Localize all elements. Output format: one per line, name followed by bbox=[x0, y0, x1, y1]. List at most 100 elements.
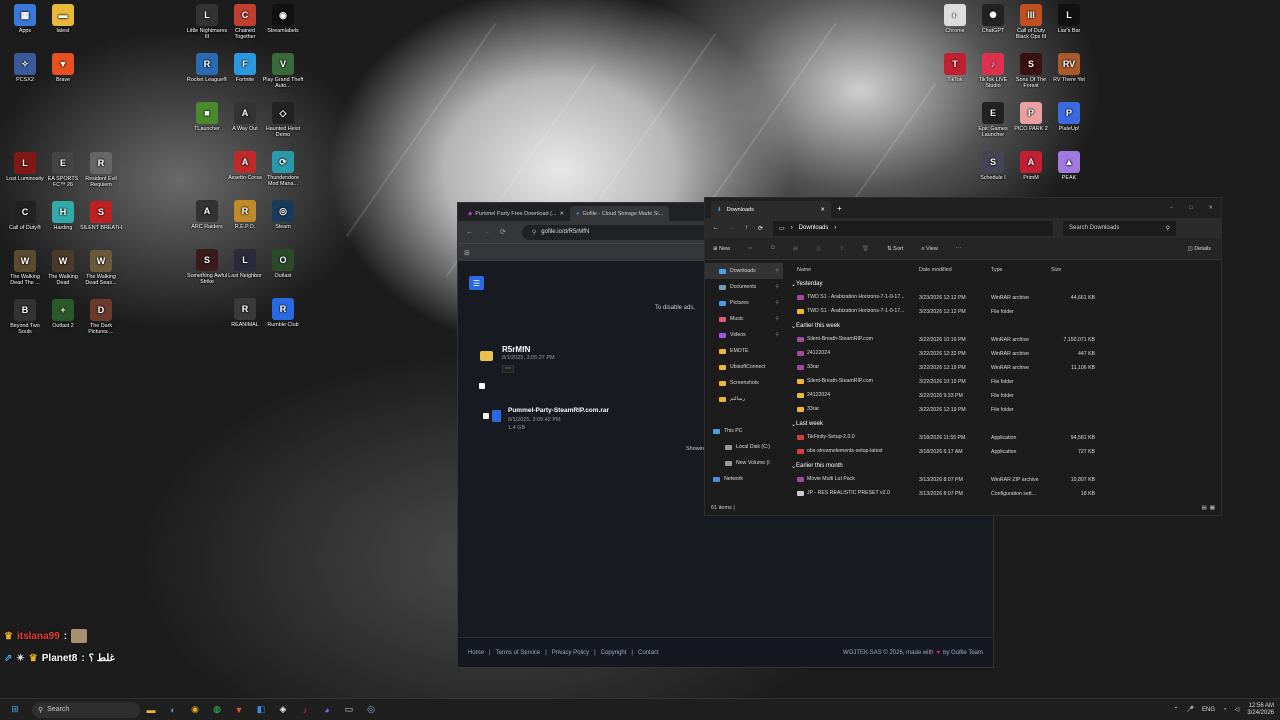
desktop-icon[interactable]: L Liar's Bar bbox=[1048, 4, 1090, 34]
footer-copyright-link[interactable]: Copyright bbox=[601, 650, 627, 656]
col-name[interactable]: Name bbox=[787, 267, 919, 273]
sidebar-item[interactable]: This PC bbox=[705, 423, 783, 439]
tiktok-studio-icon[interactable]: ◈ bbox=[274, 701, 292, 719]
chrome-icon[interactable]: ◉ bbox=[186, 701, 204, 719]
group-header[interactable]: ⌄ Earlier this week bbox=[787, 319, 1221, 333]
desktop-icon[interactable]: ✺ ChatGPT bbox=[972, 4, 1014, 34]
folder-menu-button[interactable]: ⋯ bbox=[502, 365, 514, 373]
clock[interactable]: 12:56 AM 3/24/2026 bbox=[1247, 703, 1274, 717]
desktop-icon[interactable]: P PICO PARK 2 bbox=[1010, 102, 1052, 132]
volume-icon[interactable]: ◁ bbox=[1235, 706, 1240, 713]
footer-privacy-link[interactable]: Privacy Policy bbox=[552, 650, 589, 656]
col-type[interactable]: Type bbox=[991, 267, 1051, 273]
file-row[interactable]: 24122024 3/22/2026 9:33 PM File folder bbox=[787, 389, 1221, 403]
desktop-icon[interactable]: A Assetto Corsa bbox=[224, 151, 266, 181]
store-icon[interactable]: ◧ bbox=[252, 701, 270, 719]
file-row[interactable]: Pummel-Party-SteamRIP.com.rar 8/1/2025, … bbox=[483, 407, 703, 433]
desktop-icon[interactable]: A A Way Out bbox=[224, 102, 266, 132]
desktop-icon[interactable]: V Play Grand Theft Auto... bbox=[262, 53, 304, 89]
desktop-icon[interactable]: A ARC Raiders bbox=[186, 200, 228, 230]
desktop-icon[interactable]: ■ TLauncher bbox=[186, 102, 228, 132]
minimize-icon[interactable]: – bbox=[1170, 205, 1173, 211]
menu-button[interactable]: ☰ bbox=[469, 276, 484, 290]
file-row[interactable]: TWD S1 - Arabization Horizons-7-1-0-17..… bbox=[787, 305, 1221, 319]
desktop-icon[interactable]: W The Walking Dead bbox=[42, 250, 84, 286]
view-button[interactable]: ≡ View bbox=[921, 246, 938, 252]
tiles-view-icon[interactable]: ▦ bbox=[1210, 505, 1215, 511]
col-size[interactable]: Size bbox=[1051, 267, 1099, 273]
new-button[interactable]: ⊕ New bbox=[713, 246, 730, 252]
file-row[interactable]: TWD S1 - Arabization Horizons-7-1-0-17..… bbox=[787, 291, 1221, 305]
pin-icon[interactable]: ⚲ bbox=[775, 268, 783, 274]
desktop-icon[interactable]: III Call of Duty Black Ops III bbox=[1010, 4, 1052, 40]
desktop-icon[interactable]: R Rocket League® bbox=[186, 53, 228, 83]
steam-icon[interactable]: ◎ bbox=[362, 701, 380, 719]
pin-icon[interactable]: ⚲ bbox=[775, 316, 783, 322]
sidebar-item[interactable]: UbisoftConnect bbox=[705, 359, 783, 375]
desktop-icon[interactable]: + Outlast 2 bbox=[42, 299, 84, 329]
explorer-tab[interactable]: ⬇ Downloads ✕ bbox=[711, 201, 831, 218]
desktop-icon[interactable]: RV RV There Yet bbox=[1048, 53, 1090, 83]
footer-contact-link[interactable]: Contact bbox=[638, 650, 659, 656]
chevron-up-icon[interactable]: ⌃ bbox=[1174, 706, 1179, 713]
desktop-icon[interactable]: T TikTok bbox=[934, 53, 976, 83]
copy-icon[interactable]: ⧉ bbox=[771, 245, 775, 252]
tiktok-live-icon[interactable]: ♪ bbox=[296, 701, 314, 719]
pin-icon[interactable]: ⚲ bbox=[775, 332, 783, 338]
pin-icon[interactable]: ⚲ bbox=[775, 284, 783, 290]
spotify-icon[interactable]: ◍ bbox=[208, 701, 226, 719]
sidebar-item[interactable]: Local Disk (C:) bbox=[705, 439, 783, 455]
desktop-icon[interactable]: H Harding bbox=[42, 201, 84, 231]
group-header[interactable]: ⌄ Last week bbox=[787, 417, 1221, 431]
sidebar-item[interactable]: Network bbox=[705, 471, 783, 487]
desktop-icon[interactable]: C Call of Duty® bbox=[4, 201, 46, 231]
maximize-icon[interactable]: □ bbox=[1189, 205, 1192, 211]
desktop-icon[interactable]: ▦ Apps bbox=[4, 4, 46, 34]
language-indicator[interactable]: ENG bbox=[1202, 707, 1215, 713]
sidebar-item[interactable]: EMOTE bbox=[705, 343, 783, 359]
desktop-icon[interactable]: R REANIMAL bbox=[224, 298, 266, 328]
desktop-icon[interactable]: A PrimM bbox=[1010, 151, 1052, 181]
file-row[interactable]: Silent-Breath-SteamRIP.com 3/22/2026 10:1… bbox=[787, 375, 1221, 389]
sidebar-item[interactable]: Pictures ⚲ bbox=[705, 295, 783, 311]
refresh-icon[interactable]: ⟳ bbox=[758, 225, 763, 232]
file-row[interactable]: Silent-Breath-SteamRIP.com 3/22/2026 10:1… bbox=[787, 333, 1221, 347]
brave-icon[interactable]: ▼ bbox=[230, 701, 248, 719]
sidebar-item[interactable]: Documents ⚲ bbox=[705, 279, 783, 295]
desktop-icon[interactable]: S Schedule I bbox=[972, 151, 1014, 181]
desktop-icon[interactable]: B Beyond Two Souls bbox=[4, 299, 46, 335]
footer-home-link[interactable]: Home bbox=[468, 650, 484, 656]
sort-button[interactable]: ⇅ Sort bbox=[887, 246, 903, 252]
reload-icon[interactable]: ⟳ bbox=[500, 228, 506, 236]
file-explorer-icon[interactable]: ▬ bbox=[142, 701, 160, 719]
forward-icon[interactable]: → bbox=[483, 229, 490, 236]
back-icon[interactable]: ← bbox=[466, 229, 473, 236]
file-checkbox[interactable] bbox=[483, 413, 489, 419]
desktop-icon[interactable]: ◐ Chrome bbox=[934, 4, 976, 34]
terminal-icon[interactable]: ▭ bbox=[340, 701, 358, 719]
desktop-icon[interactable]: ▬ latest bbox=[42, 4, 84, 34]
file-row[interactable]: 33rar 3/22/2026 12:19 PM File folder bbox=[787, 403, 1221, 417]
desktop-icon[interactable]: S Sons Of The Forest bbox=[1010, 53, 1052, 89]
file-row[interactable]: JP - RES REALISTIC PRESET v2.0 3/13/2026 … bbox=[787, 487, 1221, 501]
close-window-icon[interactable]: ✕ bbox=[1208, 205, 1213, 211]
forward-icon[interactable]: → bbox=[729, 225, 735, 231]
file-row[interactable]: 33rar 3/22/2026 12:19 PM WinRAR archive 11,… bbox=[787, 361, 1221, 375]
sidebar-item[interactable]: Music ⚲ bbox=[705, 311, 783, 327]
desktop-icon[interactable]: R Rumble Club bbox=[262, 298, 304, 328]
apps-grid-icon[interactable]: ⊞ bbox=[464, 249, 470, 257]
desktop-icon[interactable]: ◎ Steam bbox=[262, 200, 304, 230]
desktop-icon[interactable]: P PlateUp! bbox=[1048, 102, 1090, 132]
desktop-icon[interactable]: W The Walking Dead Seas... bbox=[80, 250, 122, 286]
desktop-icon[interactable]: O Outlast bbox=[262, 249, 304, 279]
more-button[interactable]: ⋯ bbox=[956, 246, 962, 252]
desktop-icon[interactable]: ▼ Brave bbox=[42, 53, 84, 83]
taskbar-search[interactable]: ⚲ Search bbox=[32, 701, 140, 718]
details-button[interactable]: ◫ Details bbox=[1187, 246, 1221, 252]
desktop-icon[interactable]: D The Dark Pictures ... bbox=[80, 299, 122, 335]
desktop-icon[interactable]: R Resident Evil Requiem bbox=[80, 152, 122, 188]
col-date[interactable]: Date modified bbox=[919, 267, 991, 273]
delete-icon[interactable]: 🗑 bbox=[862, 246, 869, 252]
desktop-icon[interactable]: ♪ TikTok LIVE Studio bbox=[972, 53, 1014, 89]
file-row[interactable]: obs-streamelements-setup-latest 3/18/2026… bbox=[787, 445, 1221, 459]
